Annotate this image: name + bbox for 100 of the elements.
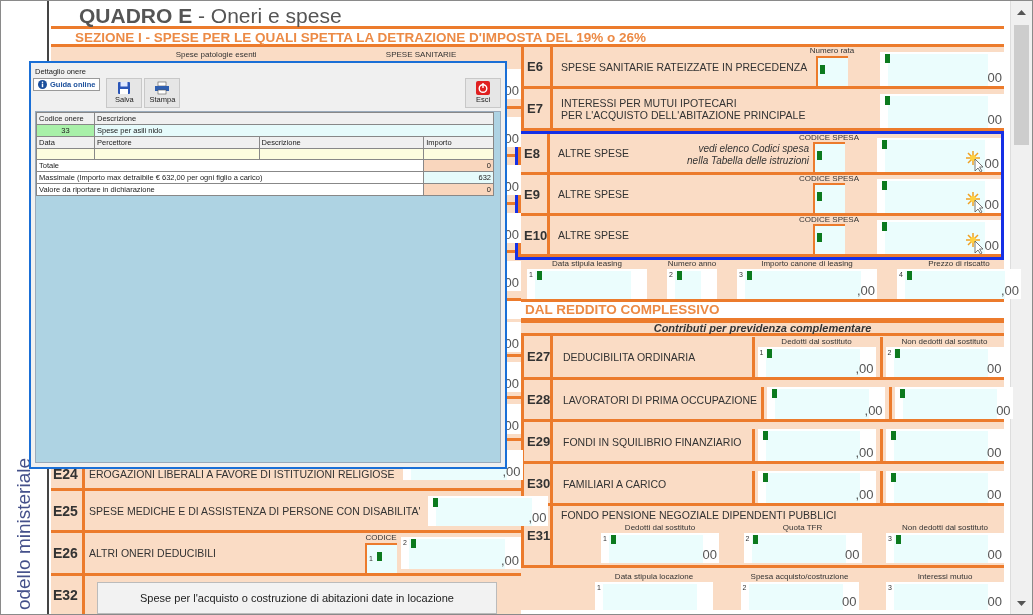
amount-text: 00: [987, 594, 1002, 609]
amount-text: 00: [842, 594, 857, 609]
amount-text: ,00: [855, 361, 874, 376]
row-code: E26: [51, 533, 85, 573]
row-label: LAVORATORI DI PRIMA OCCUPAZIONE: [562, 393, 758, 406]
cursor-marker-icon: [410, 539, 416, 548]
row-label: SPESE SANITARIE RATEIZZATE IN PRECEDENZA: [561, 60, 808, 73]
row-code: E25: [51, 491, 85, 530]
cursor-marker-icon: [771, 389, 777, 398]
amount-text: 00: [702, 547, 717, 562]
info-icon: [38, 80, 47, 89]
input-field[interactable]: ,00: [757, 471, 876, 503]
field-caption: CODICE SPESA: [799, 174, 859, 184]
cursor-marker-icon: [882, 140, 887, 149]
up-arrow-icon: [1017, 9, 1026, 15]
code-field[interactable]: [816, 56, 848, 86]
cursor-marker-icon: [433, 497, 439, 507]
row-label: DEDUCIBILITA ORDINARIA: [562, 350, 697, 363]
cursor-marker-icon: [762, 431, 768, 440]
cursor-marker-icon: [817, 233, 822, 242]
code-field[interactable]: [813, 142, 845, 172]
cursor-marker-icon: [885, 54, 890, 63]
row-code: E29: [521, 422, 553, 461]
field-caption: Data stipula locazione: [614, 572, 694, 582]
row-code: E6: [521, 47, 553, 86]
input-field[interactable]: 00: [877, 138, 1001, 172]
row-code: E27: [521, 336, 553, 377]
row-label: PER L'ACQUISTO DELL'ABITAZIONE PRINCIPALE: [561, 108, 806, 121]
row-label: ALTRI ONERI DEDUCIBILI: [89, 547, 217, 559]
field-caption: Importo canone di leasing: [761, 259, 853, 269]
input-cell[interactable]: [36, 148, 95, 160]
code-field[interactable]: [813, 183, 845, 213]
field-caption: Numero anno: [667, 259, 717, 269]
row-code: E28: [521, 380, 553, 419]
row-label: FONDI IN SQUILIBRIO FINANZIARIO: [562, 435, 743, 448]
row-label: EROGAZIONI LIBERALI A FAVORE DI ISTITUZIONI RELIGIOSE: [89, 468, 395, 482]
cursor-marker-icon: [753, 535, 759, 544]
input-field[interactable]: 00: [880, 52, 1004, 86]
field-caption: Prezzo di riscatto: [928, 259, 990, 269]
amount-text: 00: [987, 70, 1002, 85]
cursor-marker-icon: [610, 535, 616, 544]
code-field[interactable]: [813, 224, 845, 254]
input-cell[interactable]: [259, 148, 424, 160]
amount-text: ,00: [855, 445, 874, 460]
amount-text: 00: [996, 403, 1011, 418]
cursor-marker-icon: [882, 181, 887, 190]
row-code: E8: [518, 134, 550, 172]
row-label: FAMILIARI A CARICO: [562, 477, 668, 490]
column-caption: Non dedotti dal sostituto: [901, 337, 988, 347]
input-field[interactable]: 00: [877, 220, 1001, 254]
input-field[interactable]: 00: [894, 387, 1013, 419]
cursor-marker-icon: [885, 96, 890, 105]
row-label: ALTRE SPESE: [558, 147, 629, 159]
field-caption: Numero rata: [809, 46, 855, 56]
amount-text: ,00: [855, 487, 874, 502]
down-arrow-icon: [1017, 600, 1026, 606]
amount-text: ,00: [864, 403, 883, 418]
input-field[interactable]: ,00: [766, 387, 885, 419]
cursor-marker-icon: [895, 535, 901, 544]
field-caption: CODICE SPESA: [799, 133, 859, 143]
row-label: SPESE MEDICHE E DI ASSISTENZA DI PERSONE CON DISABILITA': [89, 504, 421, 517]
row-label: INTERESSI PER MUTUI IPOTECARI: [561, 96, 737, 109]
input-field[interactable]: 00: [877, 179, 1001, 213]
locazione-button[interactable]: Spese per l'acquisto o costruzione di abitazioni date in locazione: [97, 582, 497, 614]
row-note: vedi elenco Codici spesa nella Tabella delle istruzioni: [687, 143, 809, 166]
amount-text: 00: [845, 547, 860, 562]
field-caption: CODICE: [365, 533, 397, 543]
row-label: ALTRE SPESE: [558, 188, 629, 200]
input-field[interactable]: ,00: [428, 495, 549, 526]
cursor-marker-icon: [762, 473, 768, 482]
amount-text: ,00: [528, 509, 547, 525]
input-field[interactable]: ,00: [757, 429, 876, 461]
input-field[interactable]: 00: [880, 94, 1004, 128]
amount-text: 00: [987, 487, 1002, 502]
amount-text: ,00: [502, 463, 521, 479]
cursor-marker-icon: [899, 389, 905, 398]
row-code: E9: [518, 175, 550, 213]
column-caption: SPESE SANITARIE: [385, 49, 457, 59]
cursor-marker-icon: [895, 349, 901, 358]
cursor-marker-icon: [820, 65, 825, 74]
amount-text: 00: [984, 197, 999, 212]
amount-text: 00: [987, 112, 1002, 127]
cursor-marker-icon: [890, 431, 896, 440]
scroll-thumb[interactable]: [1014, 25, 1029, 145]
amount-text: ,00: [856, 283, 875, 298]
amount-text: 00: [987, 361, 1002, 376]
input-cell[interactable]: [94, 148, 260, 160]
input-field[interactable]: 00: [885, 429, 1004, 461]
input-field[interactable]: 00: [885, 471, 1004, 503]
amount-text: 00: [987, 445, 1002, 460]
amount-text: ,00: [1000, 283, 1019, 298]
row-code: E10: [518, 216, 550, 254]
column-caption: Dedotti dal sostituto: [781, 337, 852, 347]
printer-icon: [154, 81, 171, 95]
form-title: QUADRO E - Oneri e spese: [51, 1, 1004, 29]
amount-text: 00: [984, 238, 999, 253]
field-caption: Quota TFR: [782, 523, 823, 533]
row-code: E32: [51, 576, 85, 614]
input-cell[interactable]: [423, 148, 494, 160]
side-label: odello ministeriale: [13, 457, 35, 612]
